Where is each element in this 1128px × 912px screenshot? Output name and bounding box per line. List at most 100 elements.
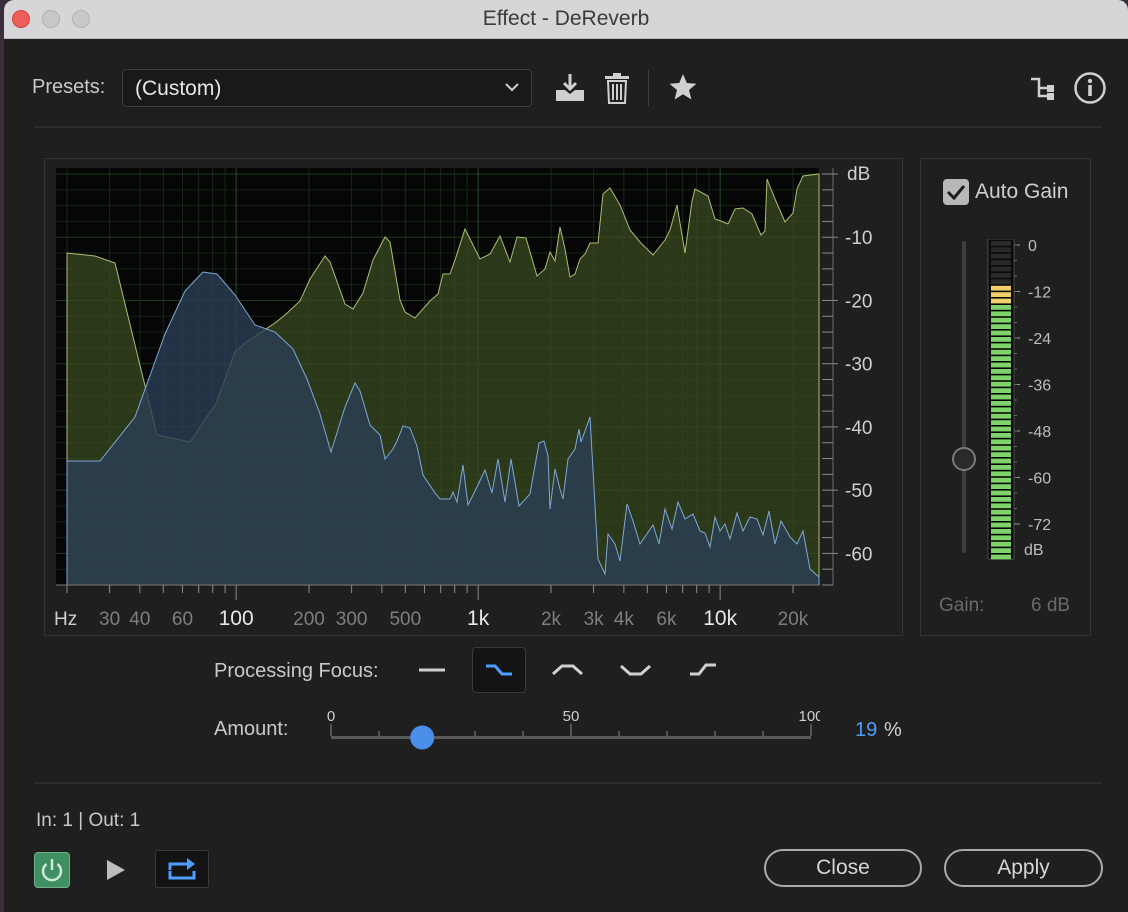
frequency-tick-label: 40: [129, 609, 150, 630]
window-title: Effect - DeReverb: [482, 7, 650, 30]
processing-focus-label: Processing Focus:: [214, 660, 379, 682]
meter-segment: [991, 497, 1011, 502]
frequency-tick-label: 300: [336, 609, 368, 630]
gain-value: 6 dB: [1031, 595, 1071, 616]
meter-segment: [991, 247, 1011, 253]
low-shelf-focus-icon: [690, 663, 716, 676]
gain-slider-handle[interactable]: [952, 447, 976, 471]
save-preset-icon[interactable]: [553, 72, 587, 104]
chevron-down-icon: [505, 83, 519, 92]
meter-tick-label: -36: [1028, 378, 1051, 395]
meter-segment: [991, 253, 1011, 259]
frequency-tick-label: 200: [293, 609, 325, 630]
low-shelf-focus-button[interactable]: [677, 647, 731, 693]
meter-unit-label: dB: [1024, 542, 1044, 559]
meter-segment: [991, 471, 1011, 477]
notch-focus-icon: [620, 664, 651, 676]
meter-segment: [991, 529, 1011, 534]
channel-routing-icon[interactable]: [1029, 74, 1057, 102]
footer-divider: [34, 782, 1102, 784]
meter-segment: [991, 394, 1011, 400]
meter-segment: [991, 535, 1011, 541]
spectrum-graph: dB -10 -20 -30 -40 -50 -60 Hz 30 40 60 100 200 300 50…: [54, 164, 872, 630]
meter-segment: [991, 311, 1011, 317]
meter-segment: [991, 548, 1011, 553]
amount-track[interactable]: [331, 736, 811, 739]
frequency-tick-label: 30: [99, 609, 120, 630]
meter-segment: [991, 330, 1011, 336]
power-icon: [41, 859, 63, 882]
meter-segment: [991, 509, 1011, 515]
meter-segment: [991, 260, 1011, 265]
meter-segment: [991, 317, 1011, 323]
meter-segment: [991, 465, 1011, 470]
meter-segment: [991, 285, 1011, 291]
toolbar-divider: [648, 70, 649, 106]
title-bar: Effect - DeReverb: [4, 0, 1128, 39]
gain-meter: 0 -12 -24 -36 -48 -60 -72 dB: [987, 239, 1051, 560]
meter-tick-label: -24: [1028, 331, 1051, 348]
play-icon[interactable]: [103, 856, 129, 884]
high-shelf-focus-button[interactable]: [472, 647, 526, 693]
gain-label: Gain:: [939, 595, 985, 616]
meter-segment: [991, 273, 1011, 278]
header-divider: [34, 126, 1102, 128]
meter-segment: [991, 426, 1011, 432]
meter-segment: [991, 369, 1011, 374]
info-icon[interactable]: [1073, 71, 1107, 105]
meter-segment: [991, 324, 1011, 329]
meter-tick-label: -72: [1028, 517, 1051, 534]
meter-segment: [991, 477, 1011, 483]
meter-segment: [991, 298, 1011, 304]
presets-value: (Custom): [135, 77, 222, 100]
frequency-tick-label: 20k: [778, 609, 809, 630]
meter-segment: [991, 452, 1011, 457]
presets-dropdown[interactable]: (Custom): [122, 69, 532, 107]
amount-ticks: [330, 724, 812, 736]
meter-segment: [991, 433, 1011, 438]
amount-value[interactable]: 19: [855, 719, 877, 742]
meter-segment: [991, 541, 1011, 547]
amount-handle[interactable]: [410, 725, 435, 750]
trash-icon[interactable]: [604, 72, 630, 104]
loop-icon: [168, 858, 196, 880]
db-tick-label: -60: [845, 544, 872, 565]
notch-focus-button[interactable]: [609, 647, 663, 693]
flat-focus-icon: [419, 668, 445, 672]
frequency-tick-label: 1k: [467, 607, 490, 630]
gain-slider-track[interactable]: [962, 241, 966, 553]
star-icon[interactable]: [668, 72, 698, 102]
amount-label: Amount:: [214, 718, 289, 740]
mid-focus-button[interactable]: [541, 647, 595, 693]
auto-gain-panel: Auto Gain 0 -12 -24 -36 -48 -60 -72 dB Gain: 6 …: [920, 158, 1091, 636]
amount-unit: %: [884, 719, 902, 741]
meter-segment: [991, 413, 1011, 419]
auto-gain-checkbox[interactable]: [943, 179, 969, 205]
meter-segment: [991, 305, 1011, 310]
frequency-tick-label: 4k: [614, 609, 635, 630]
db-tick-label: -20: [845, 291, 872, 312]
frequency-tick-label: 10k: [703, 607, 737, 630]
meter-segment: [991, 266, 1011, 272]
meter-segment: [991, 420, 1011, 425]
meter-segment: [991, 292, 1011, 297]
amount-slider[interactable]: 0 50 100: [320, 704, 820, 752]
meter-segment: [991, 554, 1011, 560]
db-unit-label: dB: [847, 164, 870, 185]
apply-button[interactable]: Apply: [944, 849, 1103, 887]
frequency-tick-label: 2k: [541, 609, 562, 630]
meter-segment: [991, 401, 1011, 406]
meter-segment: [991, 356, 1011, 361]
effect-window: Effect - DeReverb Presets: (Custom) dB -…: [4, 0, 1128, 912]
io-channels-text: In: 1 | Out: 1: [36, 810, 141, 831]
mid-focus-icon: [552, 664, 583, 676]
loop-playback-button[interactable]: [155, 850, 209, 888]
frequency-tick-label: 3k: [584, 609, 605, 630]
spectrum-panel: dB -10 -20 -30 -40 -50 -60 Hz 30 40 60 100 200 300 50…: [44, 158, 903, 636]
close-button[interactable]: Close: [764, 849, 922, 887]
flat-focus-button[interactable]: [405, 647, 459, 693]
effect-power-button[interactable]: [34, 852, 70, 888]
meter-segment: [991, 279, 1011, 285]
meter-segment: [991, 375, 1011, 381]
meter-segment: [991, 343, 1011, 349]
